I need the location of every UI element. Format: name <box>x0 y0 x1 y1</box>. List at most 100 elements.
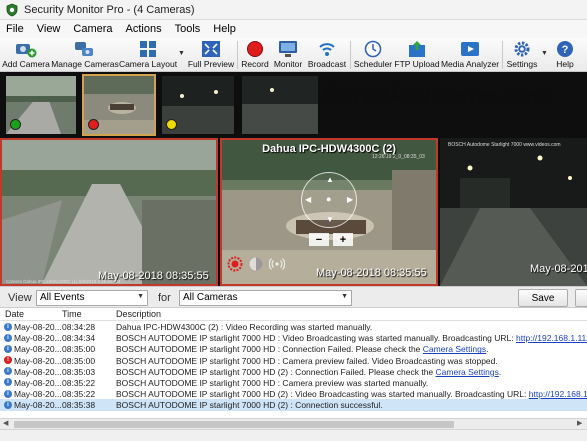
settings-label: Settings <box>506 59 538 69</box>
settings-dropdown-icon[interactable]: ▼ <box>541 50 548 57</box>
scheduler-label: Scheduler <box>353 59 393 69</box>
column-time[interactable]: Time <box>62 309 82 319</box>
log-time: 08:34:34 <box>62 333 96 344</box>
status-indicator <box>166 119 177 130</box>
info-icon: i <box>4 389 12 398</box>
media-analyzer-button[interactable]: Media Analyzer <box>441 39 499 71</box>
monitor-button[interactable]: Monitor <box>272 39 304 71</box>
add-camera-label: Add Camera <box>2 59 50 69</box>
record-button[interactable]: Record <box>240 39 270 71</box>
menu-help[interactable]: Help <box>213 23 236 35</box>
media-analyzer-label: Media Analyzer <box>440 59 500 69</box>
log-row[interactable]: i May-08-20... 08:35:22 BOSCH AUTODOME IP s… <box>0 388 587 399</box>
menu-bar: File View Camera Actions Tools Help <box>0 20 587 38</box>
log-text: BOSCH AUTODOME IP starlight 7000 HD (2) … <box>116 389 529 400</box>
menu-camera[interactable]: Camera <box>73 23 112 35</box>
scroll-left-icon[interactable]: ◀ <box>3 419 8 427</box>
log-row[interactable]: i May-08-20... 08:35:38 BOSCH AUTODOME IP s… <box>0 399 587 411</box>
broadcast-indicator-icon <box>269 258 285 270</box>
add-camera-button[interactable]: Add Camera <box>2 39 50 71</box>
event-type-select[interactable]: All Events ▼ <box>36 290 148 306</box>
menu-tools[interactable]: Tools <box>175 23 201 35</box>
horizontal-scrollbar[interactable]: ◀ ▶ <box>0 418 587 429</box>
ptz-down-icon[interactable]: ▼ <box>326 215 334 224</box>
camera-layout-icon <box>140 40 156 57</box>
camera-thumbnail-4[interactable] <box>242 76 318 134</box>
log-row[interactable]: ! May-08-20... 08:35:00 BOSCH AUTODOME IP s… <box>0 355 587 366</box>
event-type-value: All Events <box>40 292 85 303</box>
svg-text:?: ? <box>562 44 569 56</box>
ptz-left-icon[interactable]: ◀ <box>305 195 311 204</box>
info-icon: i <box>4 344 12 353</box>
camera-layout-button[interactable]: Camera Layout <box>118 39 178 71</box>
ptz-joystick[interactable]: ▲ ▼ ◀ ▶ ● <box>301 172 357 228</box>
log-description: BOSCH AUTODOME IP starlight 7000 HD : Vi… <box>116 333 587 343</box>
log-row[interactable]: i May-08-20... 08:34:34 BOSCH AUTODOME IP s… <box>0 332 587 343</box>
info-icon: i <box>4 367 12 376</box>
ptz-center-icon[interactable]: ● <box>326 194 331 204</box>
zoom-in-button[interactable]: + <box>333 233 353 246</box>
save-log-button[interactable]: Save <box>518 289 568 307</box>
log-text-tail: . <box>486 344 489 355</box>
add-camera-icon <box>16 43 37 57</box>
toolbar: Add Camera Manage Cameras Camera Layout … <box>0 38 587 72</box>
chevron-down-icon: ▼ <box>341 293 348 300</box>
log-rows: i May-08-20... 08:34:28 Dahua IPC-HDW4300C … <box>0 321 587 411</box>
event-filter-bar: View All Events ▼ for All Cameras ▼ Save <box>0 286 587 308</box>
camera-pane-right[interactable]: BOSCH Autodome Starlight 7000 www.videos… <box>440 138 587 286</box>
log-row[interactable]: i May-08-20... 08:35:22 BOSCH AUTODOME IP s… <box>0 377 587 388</box>
camera-caption: BOSCH Autodome Starlight 7000 www.videos… <box>448 142 561 148</box>
status-bar <box>0 429 587 441</box>
help-button[interactable]: ? Help <box>552 39 578 71</box>
clear-log-button[interactable] <box>575 289 587 307</box>
manage-cameras-button[interactable]: Manage Cameras <box>51 39 119 71</box>
zoom-out-button[interactable]: − <box>309 233 329 246</box>
log-description: Dahua IPC-HDW4300C (2) : Video Recording… <box>116 322 372 332</box>
manage-cameras-label: Manage Cameras <box>51 59 119 69</box>
log-description: BOSCH AUTODOME IP starlight 7000 HD : Ca… <box>116 378 428 388</box>
log-description: BOSCH AUTODOME IP starlight 7000 HD (2) … <box>116 400 383 410</box>
camera-thumbnail-1[interactable] <box>6 76 76 134</box>
log-text: BOSCH AUTODOME IP starlight 7000 HD : Ca… <box>116 355 498 366</box>
log-row[interactable]: i May-08-20... 08:35:00 BOSCH AUTODOME IP s… <box>0 343 587 354</box>
log-row[interactable]: i May-08-20... 08:34:28 Dahua IPC-HDW4300C … <box>0 321 587 332</box>
ptz-right-icon[interactable]: ▶ <box>347 195 353 204</box>
camera-layout-dropdown-icon[interactable]: ▼ <box>178 50 185 57</box>
monitor-label: Monitor <box>273 59 303 69</box>
scroll-right-icon[interactable]: ▶ <box>577 419 582 427</box>
camera-pane-left[interactable]: May-08-2018 08:35:55 Camera Dahua IPC-HD… <box>0 138 218 286</box>
full-preview-button[interactable]: Full Preview <box>188 39 234 71</box>
ptz-up-icon[interactable]: ▲ <box>326 175 334 184</box>
camera-thumbnail-3[interactable] <box>162 76 234 134</box>
log-date: May-08-20... <box>14 344 62 355</box>
column-date[interactable]: Date <box>5 309 24 319</box>
watermark-text: Serialkeyhome.com <box>322 83 554 107</box>
menu-actions[interactable]: Actions <box>126 23 162 35</box>
log-text: BOSCH AUTODOME IP starlight 7000 HD : Vi… <box>116 333 516 344</box>
column-description[interactable]: Description <box>116 309 161 319</box>
log-link[interactable]: http://192.168.1.112:1032 <box>529 389 587 399</box>
settings-button[interactable]: Settings <box>505 39 539 71</box>
info-icon: i <box>4 333 12 342</box>
log-text: BOSCH AUTODOME IP starlight 7000 HD (2) … <box>116 400 383 411</box>
camera-layout-label: Camera Layout <box>118 59 178 69</box>
view-label: View <box>8 292 32 304</box>
camera-filter-select[interactable]: All Cameras ▼ <box>179 290 352 306</box>
log-row[interactable]: i May-08-20... 08:35:03 BOSCH AUTODOME IP s… <box>0 366 587 377</box>
menu-file[interactable]: File <box>6 23 24 35</box>
ftp-upload-button[interactable]: FTP Upload <box>394 39 440 71</box>
log-date: May-08-20... <box>14 366 62 377</box>
scheduler-button[interactable]: Scheduler <box>352 39 394 71</box>
camera-thumbnail-2[interactable] <box>82 74 156 136</box>
broadcast-button[interactable]: Broadcast <box>307 39 347 71</box>
log-link[interactable]: Camera Settings <box>423 344 486 354</box>
log-link[interactable]: Camera Settings <box>436 367 499 377</box>
menu-view[interactable]: View <box>37 23 61 35</box>
manage-cameras-icon <box>75 41 93 56</box>
log-link[interactable]: http://192.168.1.112:1032 <box>516 333 587 343</box>
log-time: 08:35:22 <box>62 377 96 388</box>
log-description: BOSCH AUTODOME IP starlight 7000 HD (2) … <box>116 389 587 399</box>
log-description: BOSCH AUTODOME IP starlight 7000 HD (2) … <box>116 367 501 377</box>
camera-grid: May-08-2018 08:35:55 Camera Dahua IPC-HD… <box>0 138 587 286</box>
scrollbar-thumb[interactable] <box>14 421 454 428</box>
